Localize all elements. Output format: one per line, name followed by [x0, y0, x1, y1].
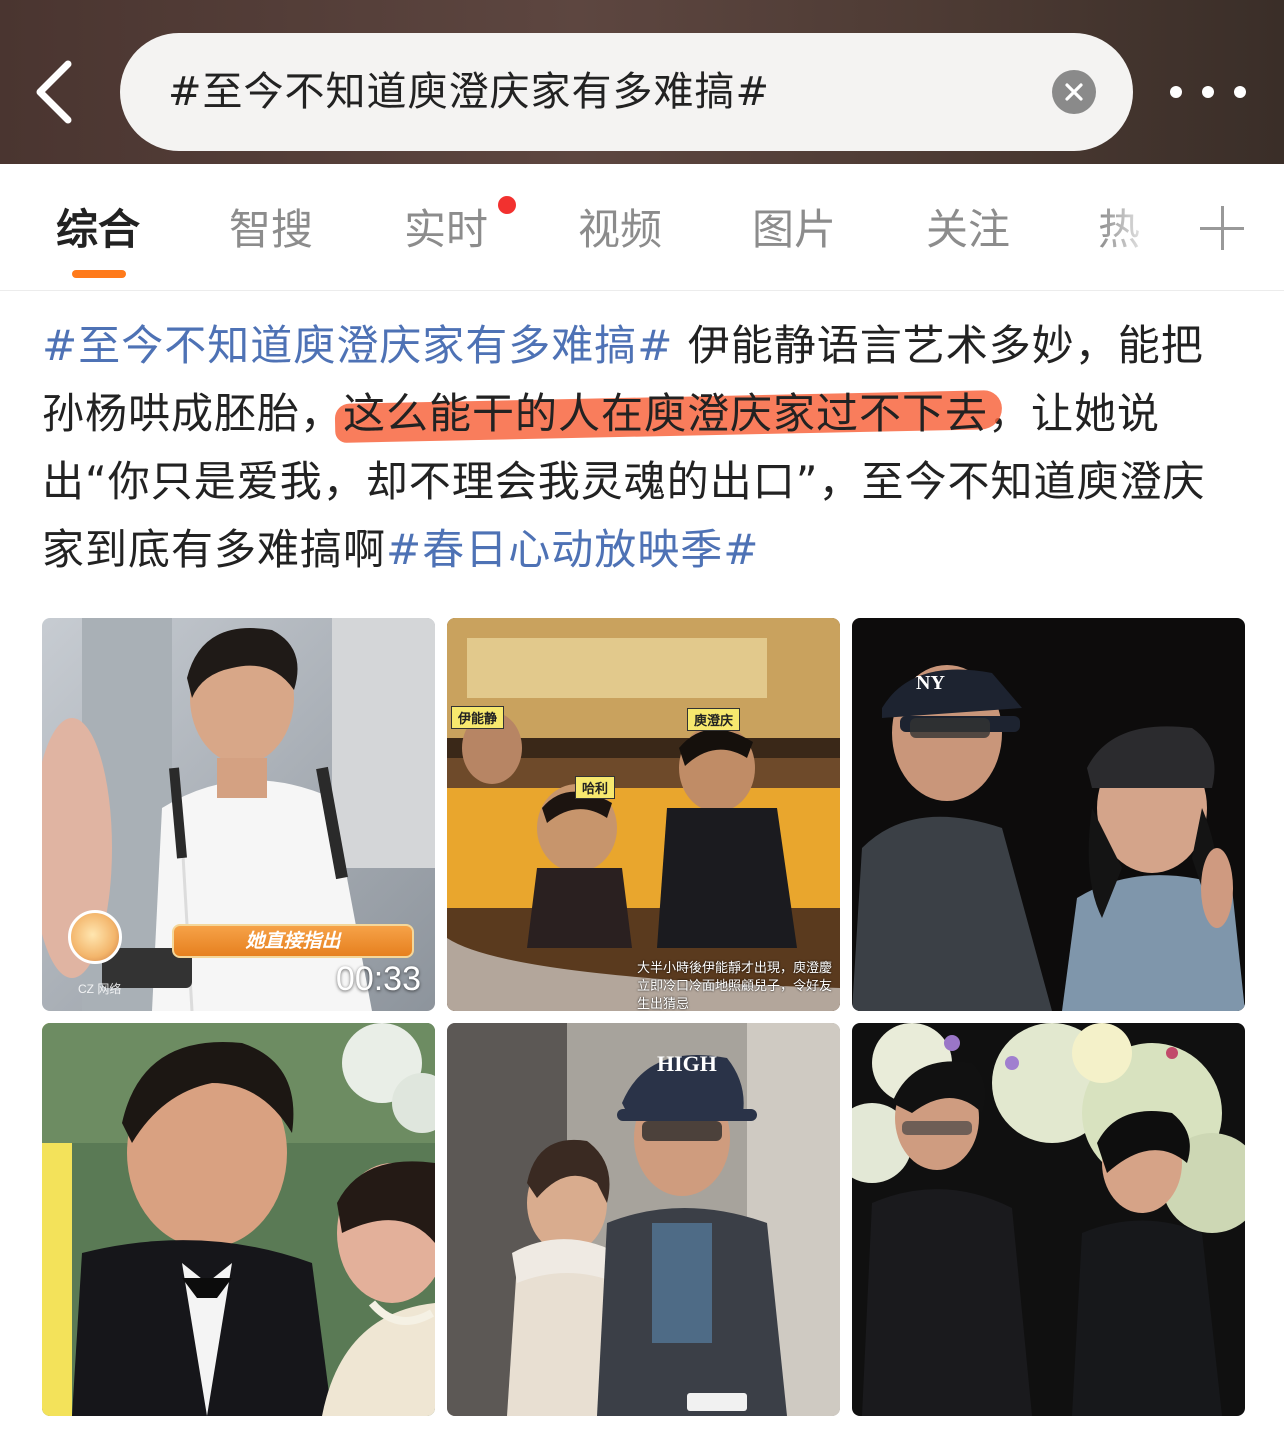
magazine-caption: 大半小時後伊能靜才出現，庾澄慶立即冷口冷面地照顧兒子，令好友生出猜忌	[637, 961, 833, 1011]
image-thumbnail[interactable]: 伊能静 庾澄庆 哈利 大半小時後伊能靜才出現，庾澄慶立即冷口冷面地照顧兒子，令好…	[447, 618, 840, 1011]
photo-label: 伊能静	[451, 706, 505, 729]
image-grid: 她直接指出 CZ 网络 00:33 伊能静 庾澄庆 哈利 大半小時後伊能靜才出現…	[42, 618, 1246, 1416]
video-watermark: CZ 网络	[78, 982, 122, 996]
cap-logo-text: HIGH	[657, 1051, 717, 1076]
image-thumbnail[interactable]	[852, 1023, 1245, 1416]
cap-logo-text: NY	[916, 672, 945, 694]
post-body: #至今不知道庾澄庆家有多难搞# 伊能静语言艺术多妙，能把孙杨哄成胚胎，这么能干的…	[42, 312, 1242, 584]
more-dots-icon	[1170, 86, 1182, 98]
clear-search-button[interactable]	[1052, 70, 1096, 114]
tab-following[interactable]: 关注	[926, 202, 1010, 258]
video-thumbnail[interactable]: 她直接指出 CZ 网络 00:33	[42, 618, 435, 1011]
photo-label: 哈利	[575, 776, 616, 799]
more-options-button[interactable]	[1170, 70, 1246, 114]
tab-hot[interactable]: 热	[1098, 202, 1140, 258]
wedding-photo	[42, 1023, 435, 1416]
search-tabs: 综合 智搜 实时 视频 图片 关注 热	[0, 164, 1284, 291]
video-caption: 她直接指出	[172, 924, 414, 958]
restaurant-photo	[447, 618, 840, 1011]
tab-smart-search[interactable]: 智搜	[229, 202, 313, 258]
mascot-avatar-icon	[68, 910, 122, 964]
topic-link[interactable]: #至今不知道庾澄庆家有多难搞#	[42, 321, 673, 370]
chevron-left-icon	[36, 60, 72, 124]
add-tab-plus-icon[interactable]	[1200, 206, 1246, 252]
night-couple-photo	[852, 618, 1245, 1011]
video-duration: 00:33	[335, 960, 421, 998]
tab-realtime[interactable]: 实时	[404, 202, 488, 258]
flowers-couple-photo	[852, 1023, 1245, 1416]
topic-link[interactable]: #春日心动放映季#	[386, 525, 759, 574]
search-bar[interactable]: #至今不知道庾澄庆家有多难搞#	[120, 33, 1133, 151]
active-tab-indicator	[72, 270, 126, 278]
top-bar: #至今不知道庾澄庆家有多难搞#	[0, 0, 1284, 164]
tab-video[interactable]: 视频	[578, 202, 662, 258]
tab-comprehensive[interactable]: 综合	[56, 202, 140, 258]
street-couple-photo	[447, 1023, 840, 1416]
image-thumbnail[interactable]: NY	[852, 618, 1245, 1011]
photo-label: 庾澄庆	[687, 708, 741, 731]
tab-images[interactable]: 图片	[752, 202, 836, 258]
highlighted-text: 这么能干的人在庾澄庆家过不下去	[343, 389, 989, 438]
realtime-badge-dot	[498, 196, 516, 214]
image-thumbnail[interactable]	[42, 1023, 435, 1416]
search-input[interactable]: #至今不知道庾澄庆家有多难搞#	[168, 33, 770, 151]
image-thumbnail[interactable]: HIGH	[447, 1023, 840, 1416]
back-button[interactable]	[22, 52, 86, 132]
clear-icon	[1065, 83, 1083, 101]
